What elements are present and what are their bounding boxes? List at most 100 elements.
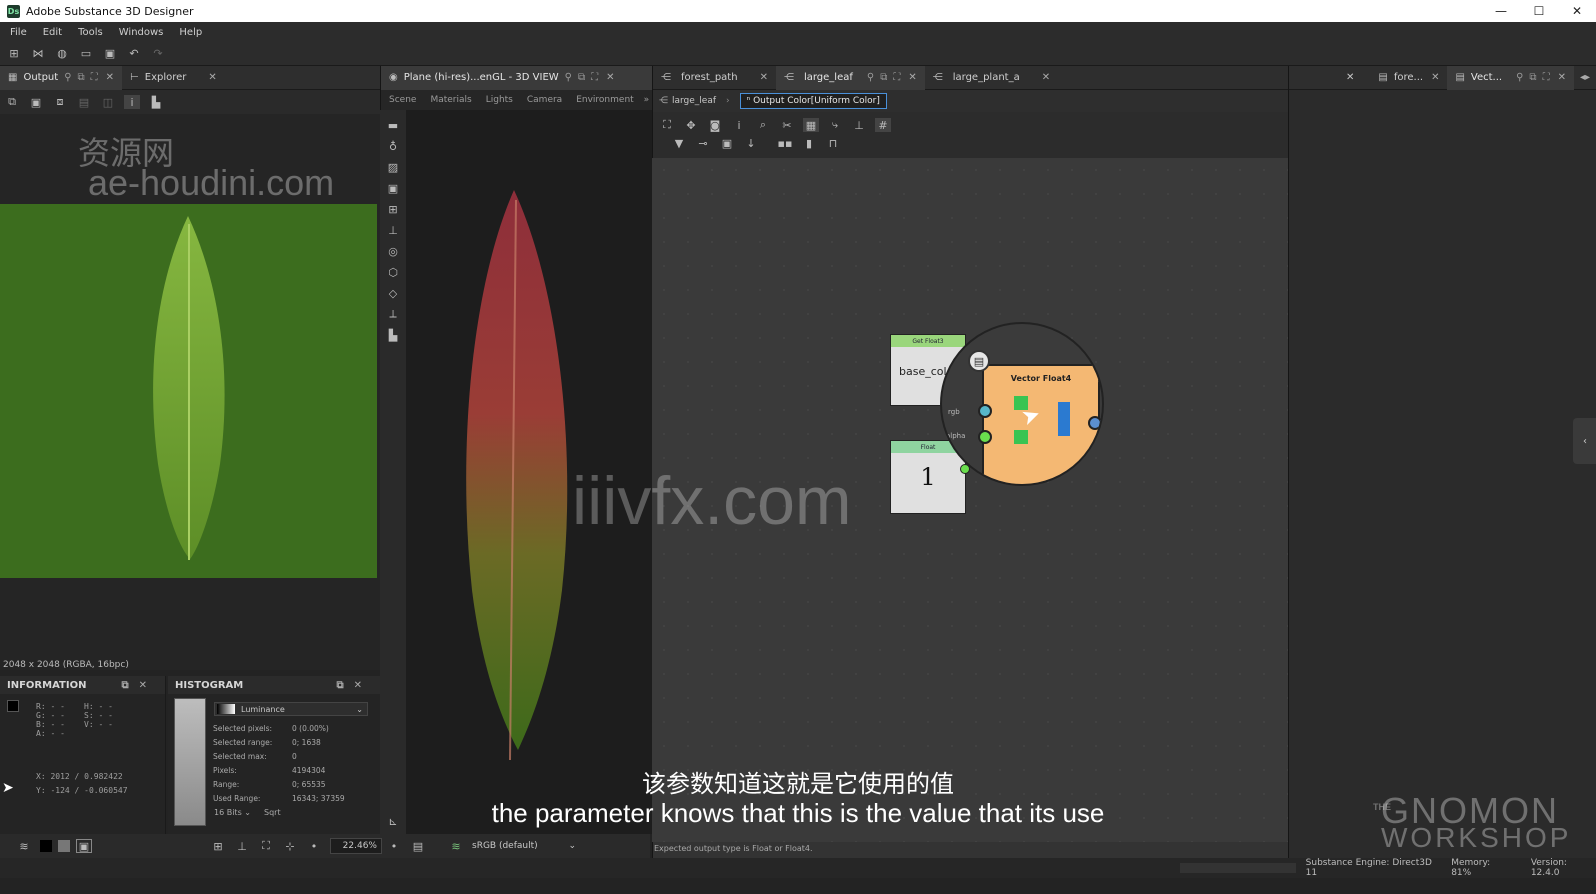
pin-icon[interactable]: ⚲	[64, 72, 71, 83]
bg-grey-swatch[interactable]	[58, 840, 70, 852]
menu-environment[interactable]: Environment	[576, 95, 633, 105]
float-icon[interactable]: ⧉	[1529, 72, 1536, 83]
tab-large-plant-a[interactable]: ⋲ large_plant_a ✕	[925, 66, 1058, 90]
close-icon[interactable]: ✕	[106, 72, 114, 83]
undo-icon[interactable]: ↶	[126, 47, 142, 61]
fit-icon[interactable]: ⛶	[591, 72, 598, 83]
camera-icon[interactable]: ▬	[385, 118, 401, 132]
info-icon[interactable]: i	[124, 95, 140, 109]
breadcrumb-current[interactable]: ⁿ Output Color[Uniform Color]	[739, 93, 887, 109]
close-icon[interactable]: ✕	[908, 72, 916, 83]
close-icon[interactable]: ✕	[1346, 72, 1354, 83]
collapse-chevron-icon[interactable]: ‹	[1573, 418, 1596, 464]
fit-icon[interactable]: ⛶	[893, 72, 900, 83]
link-icon[interactable]: ⊸	[695, 136, 711, 150]
pan-icon[interactable]: ✥	[683, 118, 699, 132]
frame-icon[interactable]: ▣	[719, 136, 735, 150]
open-folder-icon[interactable]: ▭	[78, 47, 94, 61]
channel-icon[interactable]: ◫	[100, 95, 116, 109]
menu-materials[interactable]: Materials	[430, 95, 471, 105]
menu-help[interactable]: Help	[179, 27, 202, 38]
close-icon[interactable]: ✕	[606, 72, 614, 83]
distribute-icon[interactable]: ⊥	[851, 118, 867, 132]
tile-icon[interactable]: ▤	[76, 95, 92, 109]
axes-icon[interactable]: ⊥	[385, 223, 401, 237]
document-icon[interactable]: ▤	[968, 350, 990, 372]
tab-scroll-icon[interactable]: ◂▸	[1580, 72, 1590, 83]
close-icon[interactable]: ✕	[208, 72, 216, 83]
tab-vector-doc[interactable]: ▤ Vect... ⚲ ⧉ ⛶ ✕	[1447, 65, 1574, 90]
menu-lights[interactable]: Lights	[486, 95, 513, 105]
output-texture-view[interactable]	[0, 204, 377, 578]
snapshot-icon[interactable]: ◙	[707, 118, 723, 132]
cube-icon[interactable]: ⬡	[385, 265, 401, 279]
close-button[interactable]: ✕	[1558, 4, 1596, 18]
tab-forest-doc[interactable]: ▤ fore... ✕	[1370, 66, 1447, 90]
float-icon[interactable]: ⧉	[578, 72, 585, 83]
stats-icon[interactable]: ▙	[385, 328, 401, 342]
menu-camera[interactable]: Camera	[527, 95, 562, 105]
light-bulb-icon[interactable]: ♁	[385, 139, 401, 153]
pin-icon[interactable]: ⚲	[1516, 72, 1523, 83]
new-graph-icon[interactable]: ⊞	[6, 47, 22, 61]
fit-icon[interactable]: ⛶	[1543, 72, 1550, 83]
zoom-field[interactable]: 22.46%	[330, 838, 382, 854]
layers-stack-icon[interactable]: ≋	[16, 839, 32, 853]
tab-3d-view[interactable]: ◉ Plane (hi-res)...enGL - 3D VIEW ⚲ ⧉ ⛶ …	[381, 65, 652, 90]
float-output-port[interactable]	[960, 464, 970, 474]
globe-icon[interactable]: ◍	[54, 47, 70, 61]
menu-scene[interactable]: Scene	[389, 95, 416, 105]
colorspace-select[interactable]: sRGB (default) ⌄	[472, 838, 576, 854]
menu-edit[interactable]: Edit	[43, 27, 62, 38]
layers-icon[interactable]: ⧈	[52, 95, 68, 109]
input-port-alpha[interactable]	[978, 430, 992, 444]
save-icon[interactable]: ▣	[102, 47, 118, 61]
panel-controls[interactable]: ⧉✕	[121, 680, 157, 691]
crosshair-icon[interactable]: ⊹	[282, 839, 298, 853]
stack-icon[interactable]: ▮	[801, 136, 817, 150]
grid-snap-icon[interactable]: #	[875, 118, 891, 132]
fit-icon[interactable]: ⛶	[91, 72, 98, 83]
connect-icon[interactable]: ▪▪	[777, 136, 793, 150]
input-port-rgb[interactable]	[978, 404, 992, 418]
redo-icon[interactable]: ↷	[150, 47, 166, 61]
dot-icon[interactable]: •	[306, 839, 322, 853]
copy-icon[interactable]: ⧉	[4, 95, 20, 109]
cut-icon[interactable]: ✂	[779, 118, 795, 132]
menu-tools[interactable]: Tools	[78, 27, 103, 38]
float-icon[interactable]: ⧉	[78, 72, 85, 83]
pin-icon[interactable]: ⚲	[867, 72, 874, 83]
tab-large-leaf[interactable]: ⋲ large_leaf ⚲ ⧉ ⛶ ✕	[775, 65, 925, 90]
fit-view-icon[interactable]: ⛶	[258, 839, 274, 853]
close-icon[interactable]: ✕	[760, 72, 768, 83]
dot-icon[interactable]: •	[386, 839, 402, 853]
tab-explorer[interactable]: ⊢ Explorer ✕	[122, 66, 225, 90]
minimize-button[interactable]: —	[1482, 4, 1520, 18]
output-port[interactable]	[1088, 416, 1102, 430]
histogram-icon[interactable]: ▙	[148, 95, 164, 109]
layout-icon[interactable]: ▦	[803, 118, 819, 132]
grid-icon[interactable]: ⊞	[210, 839, 226, 853]
pin-icon[interactable]: ⚲	[565, 72, 572, 83]
tab-output[interactable]: ▦ Output ⚲ ⧉ ⛶ ✕	[0, 65, 123, 90]
bg-black-swatch[interactable]	[40, 840, 52, 852]
frame-all-icon[interactable]: ⛶	[659, 118, 675, 132]
tree-layout-icon[interactable]: ⊓	[825, 136, 841, 150]
screen-icon[interactable]: ▣	[385, 181, 401, 195]
maximize-button[interactable]: ☐	[1520, 4, 1558, 18]
comment-icon[interactable]: ▼	[671, 136, 687, 150]
panel-controls[interactable]: ⧉✕	[336, 680, 372, 691]
close-icon[interactable]: ✕	[1431, 72, 1439, 83]
close-icon[interactable]: ✕	[1042, 72, 1050, 83]
breadcrumb-root[interactable]: large_leaf	[672, 96, 716, 106]
close-icon[interactable]: ✕	[1558, 72, 1566, 83]
info-icon[interactable]: i	[731, 118, 747, 132]
menu-file[interactable]: File	[10, 27, 27, 38]
tab-forest-path[interactable]: ⋲ forest_path ✕	[653, 66, 776, 90]
zoom-icon[interactable]: ⌕	[755, 118, 771, 132]
float-icon[interactable]: ⧉	[880, 72, 887, 83]
plane-icon[interactable]: ◇	[385, 286, 401, 300]
pin-node-icon[interactable]: ↓	[743, 136, 759, 150]
bg-checker-icon[interactable]: ▣	[76, 839, 92, 853]
menu-windows[interactable]: Windows	[119, 27, 164, 38]
